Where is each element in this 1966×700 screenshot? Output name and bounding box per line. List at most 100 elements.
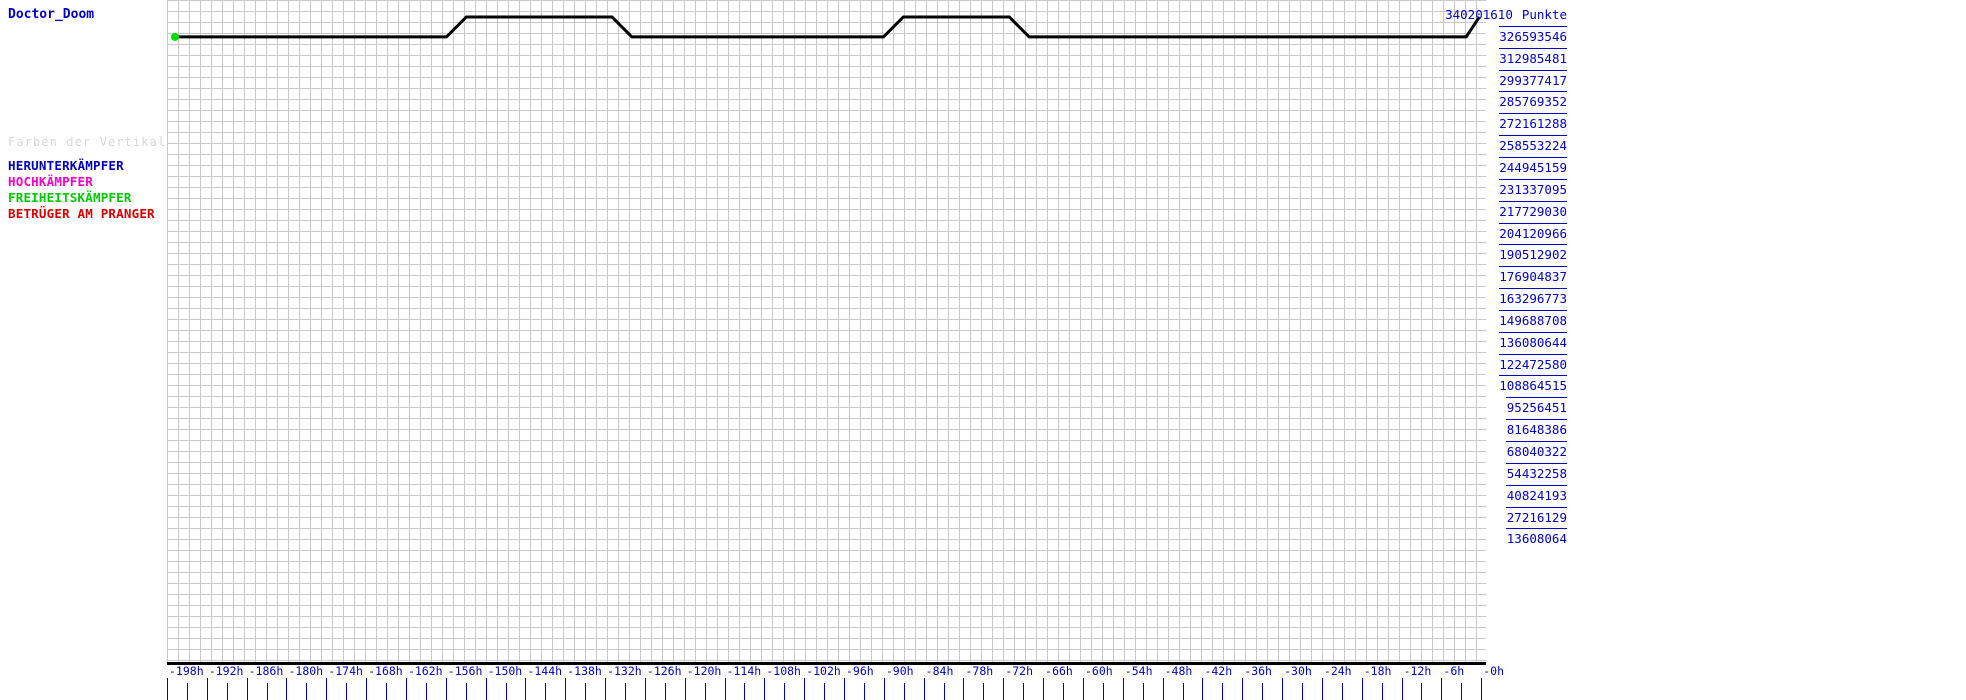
x-axis-tick-mark [405,678,407,700]
y-axis-tick-value: 285769352 [1499,94,1567,110]
x-axis-minor-tick-mark [1341,683,1343,700]
x-axis-minor-tick-mark [266,683,268,700]
y-axis-tick: 217729030 [1498,200,1567,219]
x-axis-tick-mark [684,678,686,700]
y-axis-tick: 81648386 [1506,419,1567,438]
y-axis-tick: 136080644 [1498,331,1567,350]
x-axis-minor-tick-mark [1102,683,1104,700]
y-axis-tick-rule [1506,528,1567,530]
y-axis-tick: 54432258 [1506,462,1567,481]
y-axis-tick: 68040322 [1506,441,1567,459]
y-axis-tick-value: 81648386 [1506,422,1567,438]
y-axis-tick: 176904837 [1498,266,1567,284]
y-axis-tick-value: 163296773 [1499,291,1567,307]
player-name: Doctor_Doom [8,7,95,22]
x-axis-tick-mark [246,678,248,700]
x-axis-tick-mark [764,678,766,700]
x-axis-tick-label: -24h [1323,664,1352,678]
x-axis-tick-label: -168h [368,664,403,678]
x-axis-tick-mark [1481,678,1483,700]
y-axis-tick-value: 299377417 [1499,72,1567,88]
x-axis-minor-tick-mark [664,683,666,700]
y-axis-tick-value: 217729030 [1499,203,1567,219]
y-axis-tick: 190512902 [1498,244,1567,262]
y-axis-tick: 122472580 [1498,353,1567,372]
y-axis-tick-value: 13608064 [1506,531,1567,547]
x-axis-minor-tick-mark [1421,683,1423,700]
y-axis-tick-value: 340201610 [1445,7,1513,22]
y-axis-tick-rule [1498,156,1567,158]
x-axis-tick-mark [963,678,965,700]
x-axis-tick-mark [525,678,527,700]
y-axis-tick-value: 136080644 [1499,334,1567,350]
x-axis-tick-mark [1162,678,1164,700]
x-axis-tick-label: -144h [527,664,563,678]
x-axis-tick-label: -30h [1284,664,1312,678]
x-axis-minor-tick-mark [1063,683,1065,700]
x-axis-tick-mark [883,678,885,700]
y-axis-tick-rule [1498,375,1567,377]
y-axis-tick: 272161288 [1498,113,1567,131]
x-axis-tick-label: -132h [607,664,642,678]
x-axis-tick-mark [565,678,567,700]
y-axis-tick-value: 312985481 [1499,50,1567,66]
y-axis-tick: 340201610 Punkte [1445,7,1567,22]
x-axis-minor-tick-mark [545,683,547,700]
x-axis-minor-tick-mark [186,683,188,700]
x-axis-tick-label: -54h [1124,664,1153,678]
y-axis-tick-rule [1506,419,1567,421]
x-axis-minor-tick-mark [624,683,626,700]
x-axis-minor-tick-mark [704,683,706,700]
x-axis-tick-mark [923,678,925,700]
x-axis-tick-label: -198h [169,664,204,678]
y-axis-tick-rule [1498,47,1567,49]
x-axis-tick-mark [1401,678,1403,700]
x-axis-tick-label: -126h [646,664,682,678]
y-axis-tick-rule [1506,397,1567,399]
x-axis-tick-mark [1122,678,1124,700]
y-axis-tick-value: 244945159 [1499,159,1567,175]
y-axis-tick-rule [1498,331,1567,333]
x-axis-minor-tick-mark [1302,683,1303,700]
y-axis-tick: 312985481 [1498,47,1567,66]
y-axis-tick-rule [1506,506,1567,508]
x-axis-minor-tick-mark [346,683,348,700]
x-axis-tick-label: -12h [1403,664,1432,678]
x-axis-tick-label: -90h [885,664,914,678]
y-axis-tick-rule [1498,266,1567,268]
y-axis-tick-value: 326593546 [1499,28,1567,44]
x-axis-tick-mark [1003,678,1005,700]
y-axis-tick-rule [1498,200,1567,202]
y-axis-tick: 108864515 [1498,375,1567,393]
y-axis-tick-value: 204120966 [1499,225,1567,241]
x-axis-minor-tick-mark [1461,683,1463,700]
y-axis-tick-rule [1506,484,1567,486]
x-axis-tick-label: -114h [726,664,762,678]
y-axis-tick-value: 231337095 [1499,181,1567,197]
y-axis-tick-value: 68040322 [1506,444,1567,459]
x-axis-tick-label: -66h [1045,664,1073,678]
y-axis-tick-value: 40824193 [1506,487,1567,503]
x-axis-minor-tick-mark [784,683,786,700]
x-axis-tick-mark [167,678,168,700]
x-axis-tick-mark [1361,678,1363,700]
y-axis-tick-value: 122472580 [1499,356,1567,372]
x-axis-minor-tick-mark [983,683,985,700]
x-axis-tick-mark [605,678,607,700]
x-axis-tick-label: -0h [1483,664,1504,678]
x-axis-minor-tick-mark [425,683,427,700]
x-axis-tick-label: -108h [766,664,801,678]
y-axis-tick: 27216129 [1506,506,1567,525]
x-axis-tick-label: -6h [1443,664,1465,678]
plot-area [167,0,1486,664]
x-axis-minor-tick-mark [1381,683,1383,700]
x-axis-tick-mark [1202,678,1204,700]
y-axis-tick-rule [1498,222,1567,224]
y-axis-tick-value: 54432258 [1506,465,1567,481]
x-axis-tick-mark [1242,678,1244,700]
x-axis-tick-label: -174h [328,664,363,678]
x-axis-tick-label: -42h [1204,664,1233,678]
x-axis-tick-label: -48h [1164,664,1193,678]
x-axis-tick-label: -84h [925,664,954,678]
series-canvas [171,15,1481,41]
